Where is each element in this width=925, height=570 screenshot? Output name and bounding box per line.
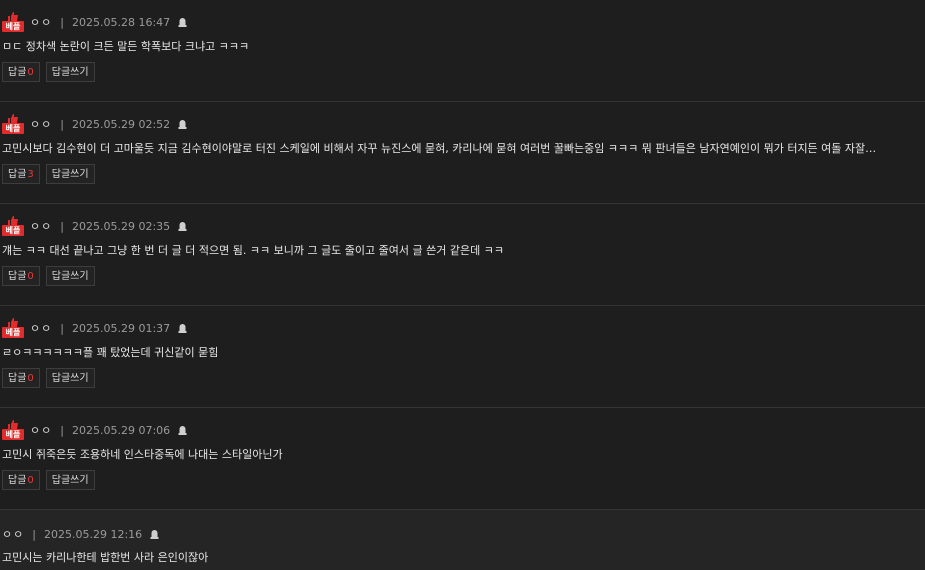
- best-comment: 베플 ㅇㅇ | 2025.05.29 02:35 걔는 ㅋㅋ 대선 끝나고 그냥…: [0, 204, 925, 306]
- meta-separator: |: [60, 321, 64, 335]
- comment-meta: 베플 ㅇㅇ | 2025.05.29 07:06: [2, 420, 187, 440]
- comment-date: 2025.05.28 16:47: [71, 15, 171, 29]
- reply-count: 0: [27, 67, 34, 78]
- meta-separator: |: [60, 117, 64, 131]
- author-nickname[interactable]: ㅇㅇ: [30, 422, 52, 438]
- comment-actions: 답글0 답글쓰기: [2, 470, 101, 490]
- reply-count-button[interactable]: 답글0: [2, 368, 40, 388]
- best-badge-label: 베플: [2, 123, 24, 134]
- reply-label: 답글: [8, 475, 27, 486]
- best-badge: 베플: [2, 420, 24, 440]
- comment-meta: 베플 ㅇㅇ | 2025.05.29 02:52: [2, 114, 187, 134]
- reply-count: 0: [27, 475, 34, 486]
- best-badge: 베플: [2, 216, 24, 236]
- write-reply-button[interactable]: 답글쓰기: [45, 368, 95, 388]
- reply-label: 답글: [8, 373, 27, 384]
- report-siren-icon[interactable]: [178, 119, 187, 129]
- best-badge-label: 베플: [2, 21, 24, 32]
- reply-count-button[interactable]: 답글3: [2, 164, 40, 184]
- reply-label: 답글: [8, 271, 27, 282]
- comment-date: 2025.05.29 12:16: [43, 527, 143, 541]
- thumbs-up-icon: [8, 216, 18, 225]
- report-siren-icon[interactable]: [178, 425, 187, 435]
- thumbs-up-icon: [8, 114, 18, 123]
- best-badge: 베플: [2, 318, 24, 338]
- best-comment: 베플 ㅇㅇ | 2025.05.29 01:37 ㄹㅇㅋㅋㅋㅋㅋㅋ플 꽤 탔었는…: [0, 306, 925, 408]
- best-badge-label: 베플: [2, 327, 24, 338]
- comment-actions: 답글3 답글쓰기: [2, 164, 101, 184]
- author-nickname[interactable]: ㅇㅇ: [30, 14, 52, 30]
- write-reply-button[interactable]: 답글쓰기: [45, 164, 95, 184]
- thumbs-up-icon: [8, 318, 18, 327]
- author-nickname[interactable]: ㅇㅇ: [2, 526, 24, 542]
- author-nickname[interactable]: ㅇㅇ: [30, 320, 52, 336]
- comment: ㅇㅇ | 2025.05.29 12:16 고민시는 카리나한테 밥한번 사라 …: [0, 510, 925, 570]
- report-siren-icon[interactable]: [150, 529, 159, 539]
- write-reply-button[interactable]: 답글쓰기: [45, 470, 95, 490]
- thumbs-up-icon: [8, 12, 18, 21]
- comment-text: ㅁㄷ 정차색 논란이 크든 말든 학폭보다 크냐고 ㅋㅋㅋ: [2, 40, 250, 53]
- comment-meta: 베플 ㅇㅇ | 2025.05.29 02:35: [2, 216, 187, 236]
- best-badge-label: 베플: [2, 429, 24, 440]
- reply-count: 0: [27, 373, 34, 384]
- comment-date: 2025.05.29 01:37: [71, 321, 171, 335]
- comment-meta: 베플 ㅇㅇ | 2025.05.28 16:47: [2, 12, 187, 32]
- report-siren-icon[interactable]: [178, 17, 187, 27]
- report-siren-icon[interactable]: [178, 323, 187, 333]
- comment-date: 2025.05.29 02:35: [71, 219, 171, 233]
- reply-label: 답글: [8, 67, 27, 78]
- comment-date: 2025.05.29 07:06: [71, 423, 171, 437]
- reply-count-button[interactable]: 답글0: [2, 62, 40, 82]
- best-comment: 베플 ㅇㅇ | 2025.05.28 16:47 ㅁㄷ 정차색 논란이 크든 말…: [0, 0, 925, 102]
- comment-text: 고민시보다 김수현이 더 고마울듯 지금 김수현이야말로 터진 스케일에 비해서…: [2, 142, 882, 155]
- meta-separator: |: [32, 527, 36, 541]
- meta-separator: |: [60, 423, 64, 437]
- reply-count-button[interactable]: 답글0: [2, 266, 40, 286]
- comment-meta: ㅇㅇ | 2025.05.29 12:16: [2, 524, 159, 544]
- write-reply-button[interactable]: 답글쓰기: [45, 62, 95, 82]
- comment-text: ㄹㅇㅋㅋㅋㅋㅋㅋ플 꽤 탔었는데 귀신같이 묻힘: [2, 346, 219, 359]
- write-reply-button[interactable]: 답글쓰기: [45, 266, 95, 286]
- reply-count: 0: [27, 271, 34, 282]
- best-badge: 베플: [2, 12, 24, 32]
- comment-actions: 답글0 답글쓰기: [2, 368, 101, 388]
- comment-text: 고민시는 카리나한테 밥한번 사라 은인이잖아: [2, 551, 209, 564]
- best-comment: 베플 ㅇㅇ | 2025.05.29 02:52 고민시보다 김수현이 더 고마…: [0, 102, 925, 204]
- best-badge-label: 베플: [2, 225, 24, 236]
- comment-meta: 베플 ㅇㅇ | 2025.05.29 01:37: [2, 318, 187, 338]
- reply-label: 답글: [8, 169, 27, 180]
- report-siren-icon[interactable]: [178, 221, 187, 231]
- author-nickname[interactable]: ㅇㅇ: [30, 218, 52, 234]
- thumbs-up-icon: [8, 420, 18, 429]
- meta-separator: |: [60, 219, 64, 233]
- reply-count-button[interactable]: 답글0: [2, 470, 40, 490]
- comment-text: 걔는 ㅋㅋ 대선 끝나고 그냥 한 번 더 글 더 적으면 됨. ㅋㅋ 보니까 …: [2, 244, 504, 257]
- comment-actions: 답글0 답글쓰기: [2, 266, 101, 286]
- best-comment: 베플 ㅇㅇ | 2025.05.29 07:06 고민시 쥐죽은듯 조용하네 인…: [0, 408, 925, 510]
- author-nickname[interactable]: ㅇㅇ: [30, 116, 52, 132]
- reply-count: 3: [27, 169, 34, 180]
- comment-date: 2025.05.29 02:52: [71, 117, 171, 131]
- best-badge: 베플: [2, 114, 24, 134]
- comment-text: 고민시 쥐죽은듯 조용하네 인스타중독에 나대는 스타일아닌가: [2, 448, 283, 461]
- meta-separator: |: [60, 15, 64, 29]
- comment-list: 베플 ㅇㅇ | 2025.05.28 16:47 ㅁㄷ 정차색 논란이 크든 말…: [0, 0, 925, 570]
- comment-actions: 답글0 답글쓰기: [2, 62, 101, 82]
